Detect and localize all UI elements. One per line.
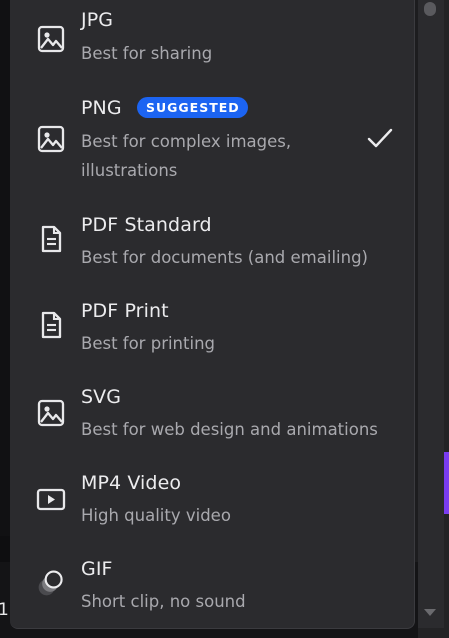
image-icon <box>36 24 66 54</box>
option-description: Best for sharing <box>81 44 213 63</box>
file-type-option-mp4[interactable]: MP4 Video High quality video <box>10 458 414 536</box>
option-description: Best for complex images, illustrations <box>81 132 292 180</box>
document-icon <box>36 310 66 340</box>
option-title: JPG <box>81 9 114 31</box>
scrollbar-thumb[interactable] <box>424 2 436 16</box>
suggested-badge: SUGGESTED <box>137 97 248 118</box>
document-icon <box>36 224 66 254</box>
option-title: PDF Standard <box>81 214 212 236</box>
file-type-option-pdf-standard[interactable]: PDF Standard Best for documents (and ema… <box>10 200 414 278</box>
file-type-option-svg[interactable]: SVG Best for web design and animations <box>10 372 414 450</box>
backdrop-edge-text: 1 <box>0 600 9 620</box>
option-title: PDF Print <box>81 300 169 322</box>
file-type-option-png[interactable]: PNG SUGGESTED Best for complex images, i… <box>10 86 414 190</box>
checkmark-icon <box>365 124 395 158</box>
image-icon <box>36 398 66 428</box>
image-icon <box>36 124 66 154</box>
option-title: MP4 Video <box>81 472 182 494</box>
option-title: SVG <box>81 386 122 408</box>
option-description: Short clip, no sound <box>81 592 246 611</box>
dropdown-scrollbar[interactable] <box>418 0 444 628</box>
file-type-option-jpg[interactable]: JPG Best for sharing <box>10 0 414 86</box>
scroll-down-arrow-icon[interactable] <box>424 609 436 616</box>
file-type-option-pdf-print[interactable]: PDF Print Best for printing <box>10 286 414 364</box>
file-type-option-gif[interactable]: GIF Short clip, no sound <box>10 544 414 628</box>
option-description: Best for documents (and emailing) <box>81 248 368 267</box>
video-icon <box>36 484 66 514</box>
option-description: High quality video <box>81 506 231 525</box>
option-description: Best for web design and animations <box>81 420 378 439</box>
file-type-dropdown: JPG Best for sharing PNG SUGGESTED Best … <box>10 0 415 629</box>
option-title: GIF <box>81 558 113 580</box>
gif-icon <box>36 568 66 598</box>
option-description: Best for printing <box>81 334 215 353</box>
option-title: PNG <box>81 97 122 119</box>
